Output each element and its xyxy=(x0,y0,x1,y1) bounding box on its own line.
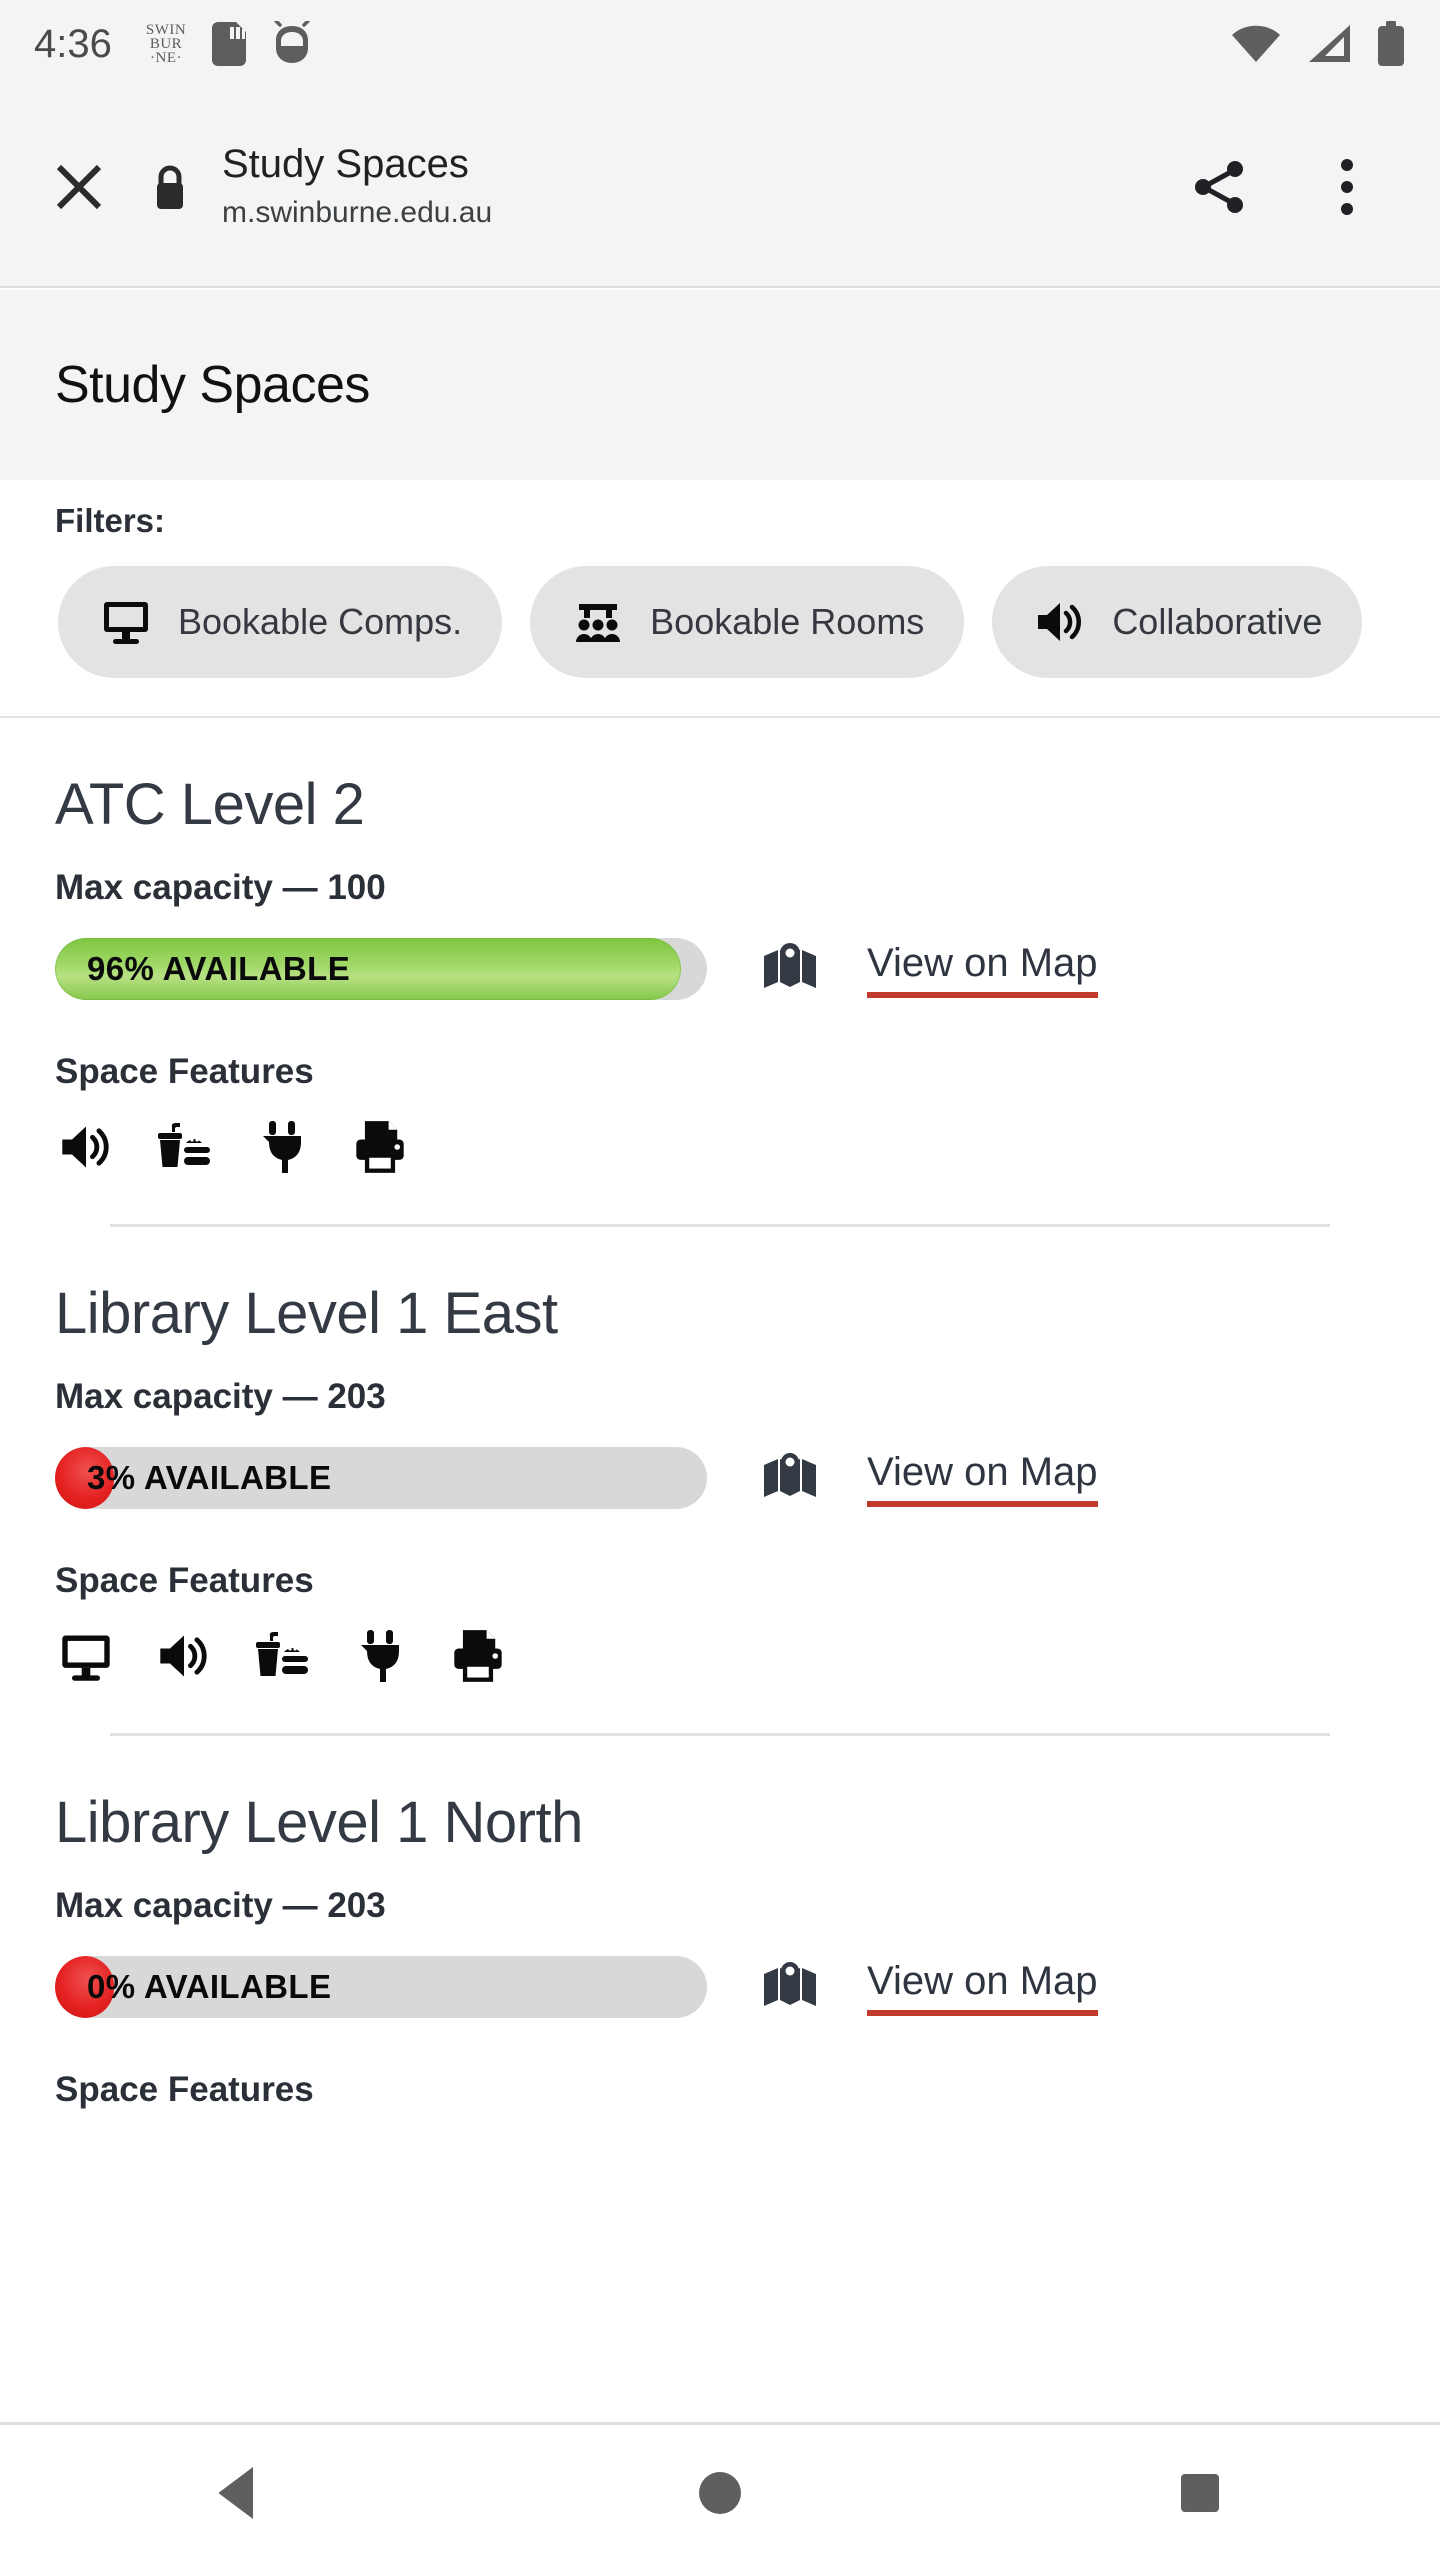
filter-chip-label: Collaborative xyxy=(1112,601,1323,642)
page-heading: Study Spaces xyxy=(55,356,370,414)
status-bar-right-icons xyxy=(1230,21,1406,67)
study-space-card: ATC Level 2 Max capacity — 100 96% AVAIL… xyxy=(0,718,1440,1227)
nav-back-button[interactable] xyxy=(175,2438,305,2548)
space-features-row xyxy=(55,1116,1385,1178)
speaker-icon xyxy=(55,1116,117,1178)
power-plug-icon xyxy=(251,1116,313,1178)
swinburne-logo-icon: SWIN BUR ·NE· xyxy=(145,22,187,66)
availability-bar: 3% AVAILABLE xyxy=(55,1447,707,1509)
more-options-button[interactable] xyxy=(1312,152,1382,222)
phone-screen: 4:36 SWIN BUR ·NE· Study Spaces m.swinbu… xyxy=(0,0,1440,2560)
printer-icon xyxy=(349,1116,411,1178)
study-space-card: Library Level 1 North Max capacity — 203… xyxy=(0,1736,1440,2110)
space-name: Library Level 1 East xyxy=(55,1281,558,1346)
study-space-card: Library Level 1 East Max capacity — 203 … xyxy=(0,1227,1440,1736)
space-features-label: Space Features xyxy=(55,1561,314,1600)
availability-label: 3% AVAILABLE xyxy=(87,1459,332,1496)
filters-section: Filters: Bookable Comps. Bookable Rooms … xyxy=(0,480,1440,718)
back-triangle-icon xyxy=(219,2466,253,2519)
monitor-icon xyxy=(98,594,154,650)
filter-chip-collaborative[interactable]: Collaborative xyxy=(992,566,1363,678)
android-robot-icon xyxy=(274,21,310,63)
availability-bar: 0% AVAILABLE xyxy=(55,1956,707,2018)
close-icon xyxy=(56,164,102,210)
security-lock xyxy=(142,148,198,226)
browser-toolbar: Study Spaces m.swinburne.edu.au xyxy=(0,88,1440,288)
space-capacity: Max capacity — 100 xyxy=(55,868,386,907)
recents-square-icon xyxy=(1181,2473,1219,2512)
browser-title-block[interactable]: Study Spaces m.swinburne.edu.au xyxy=(222,139,1184,235)
availability-row: 0% AVAILABLE View on Map xyxy=(55,1956,1385,2018)
wifi-icon xyxy=(1232,25,1280,62)
power-plug-icon xyxy=(349,1625,411,1687)
home-circle-icon xyxy=(699,2471,741,2514)
status-bar-clock: 4:36 xyxy=(34,21,112,66)
android-status-bar: 4:36 SWIN BUR ·NE· xyxy=(0,0,1440,88)
space-features-label: Space Features xyxy=(55,1052,314,1091)
availability-label: 0% AVAILABLE xyxy=(87,1968,332,2005)
space-name: ATC Level 2 xyxy=(55,772,365,837)
filters-label: Filters: xyxy=(55,502,166,539)
share-button[interactable] xyxy=(1184,152,1254,222)
page-url: m.swinburne.edu.au xyxy=(222,196,493,229)
space-features-row xyxy=(55,1625,1385,1687)
cell-signal-icon xyxy=(1309,25,1350,62)
space-capacity: Max capacity — 203 xyxy=(55,1886,386,1925)
map-icon xyxy=(759,1447,821,1509)
availability-row: 3% AVAILABLE View on Map xyxy=(55,1447,1385,1509)
page-heading-band: Study Spaces xyxy=(0,290,1440,480)
space-capacity: Max capacity — 203 xyxy=(55,1377,386,1416)
android-navigation-bar xyxy=(0,2422,1440,2560)
status-bar-left-icons: SWIN BUR ·NE· xyxy=(146,21,312,67)
lock-icon xyxy=(157,165,183,209)
more-vertical-icon xyxy=(1341,159,1353,215)
filter-chip-bookable-rooms[interactable]: Bookable Rooms xyxy=(530,566,965,678)
page-title: Study Spaces xyxy=(222,142,469,186)
view-on-map-link[interactable]: View on Map xyxy=(867,1958,1098,2016)
availability-row: 96% AVAILABLE View on Map xyxy=(55,938,1385,1000)
speaker-icon xyxy=(153,1625,215,1687)
space-name: Library Level 1 North xyxy=(55,1790,583,1855)
filter-chip-bookable-comps[interactable]: Bookable Comps. xyxy=(58,566,503,678)
printer-icon xyxy=(447,1625,509,1687)
browser-actions xyxy=(1184,152,1400,222)
space-features-label: Space Features xyxy=(55,2070,314,2109)
map-icon xyxy=(759,1956,821,2018)
filter-chip-label: Bookable Rooms xyxy=(650,601,925,642)
filter-chip-label: Bookable Comps. xyxy=(178,601,463,642)
availability-label: 96% AVAILABLE xyxy=(87,950,351,987)
close-button[interactable] xyxy=(40,148,118,226)
sd-card-icon xyxy=(212,22,247,66)
study-space-list: ATC Level 2 Max capacity — 100 96% AVAIL… xyxy=(0,718,1440,2422)
filter-chips-row[interactable]: Bookable Comps. Bookable Rooms Collabora… xyxy=(0,566,1440,678)
battery-icon xyxy=(1378,21,1404,66)
monitor-icon xyxy=(55,1625,117,1687)
speaker-icon xyxy=(1032,594,1088,650)
map-icon xyxy=(759,938,821,1000)
view-on-map-link[interactable]: View on Map xyxy=(867,1449,1098,1507)
share-icon xyxy=(1195,161,1243,213)
meeting-room-icon xyxy=(570,594,626,650)
nav-home-button[interactable] xyxy=(655,2438,785,2548)
food-drink-icon xyxy=(251,1625,313,1687)
availability-bar: 96% AVAILABLE xyxy=(55,938,707,1000)
food-drink-icon xyxy=(153,1116,215,1178)
nav-recents-button[interactable] xyxy=(1135,2438,1265,2548)
view-on-map-link[interactable]: View on Map xyxy=(867,940,1098,998)
